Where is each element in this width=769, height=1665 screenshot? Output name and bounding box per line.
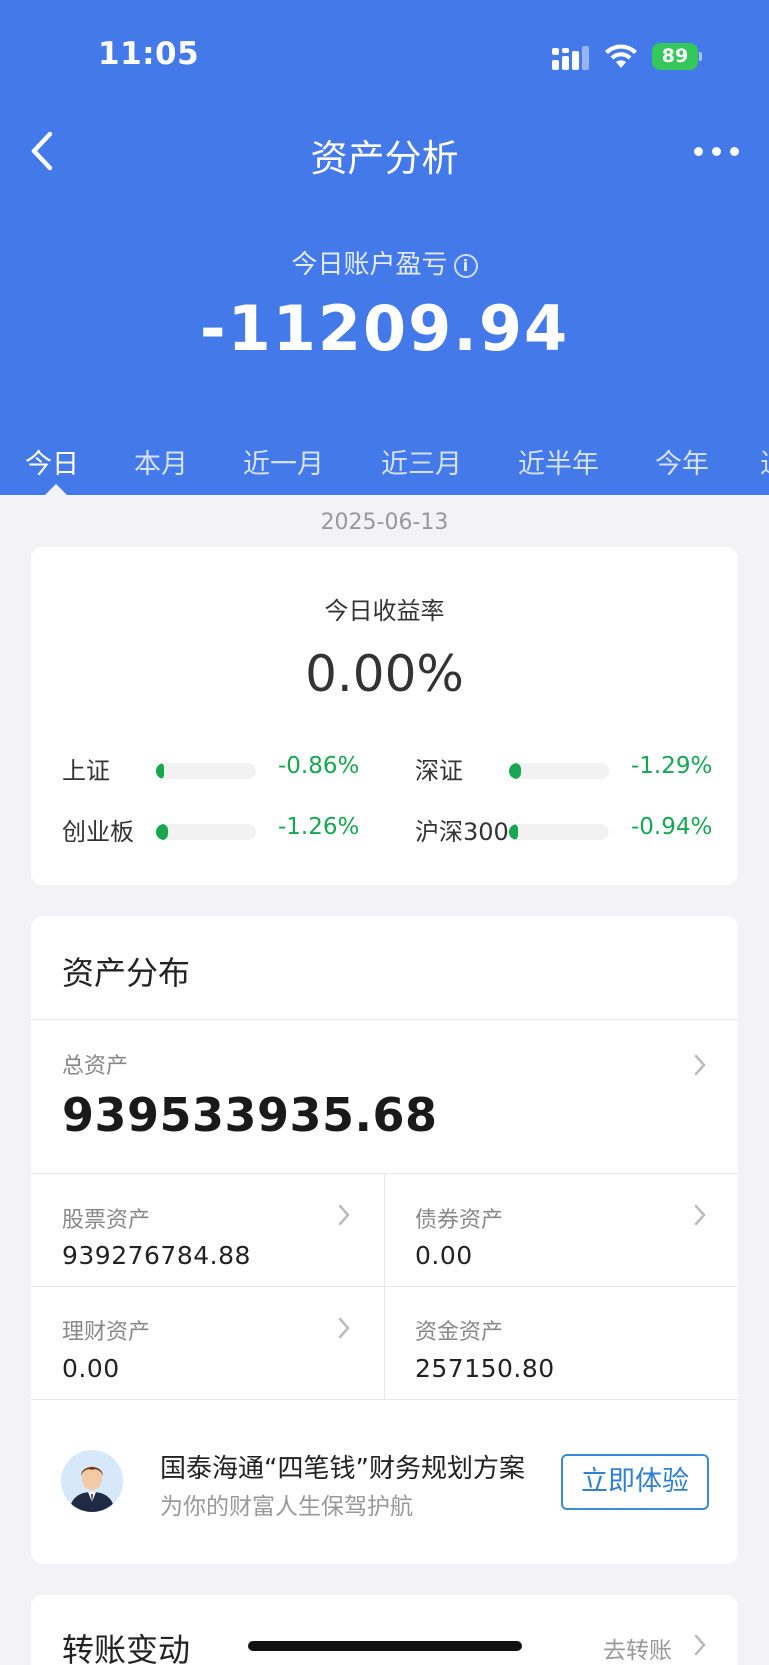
- chevron-right-icon: [694, 1054, 706, 1076]
- total-assets-value: 939533935.68: [62, 1088, 438, 1142]
- index-chinext: 创业板 -1.26%: [62, 812, 362, 852]
- wifi-icon: [605, 44, 637, 68]
- page-title: 资产分析: [310, 137, 459, 180]
- index-name: 创业板: [62, 818, 134, 846]
- index-value: -0.86%: [278, 753, 360, 779]
- chevron-right-icon: [338, 1204, 350, 1226]
- battery-level: 89: [652, 43, 698, 70]
- tab-last-3-months[interactable]: 近三月: [381, 442, 462, 481]
- daily-pl-value: -11209.94: [199, 292, 570, 365]
- return-rate-card: 今日收益率 0.00% 上证 -0.86% 深证 -1.29% 创业板 -1.2…: [31, 547, 738, 885]
- tab-today[interactable]: 今日: [25, 442, 79, 481]
- index-bar: [509, 824, 609, 840]
- go-transfer-label: 去转账: [603, 1638, 672, 1664]
- bond-assets-label: 债券资产: [415, 1208, 504, 1233]
- return-rate-label: 今日收益率: [324, 597, 445, 625]
- status-bar: 11:05 89: [0, 0, 769, 100]
- index-bar-fill: [156, 763, 164, 779]
- index-bar-fill: [509, 824, 518, 840]
- stock-assets-value: 939276784.88: [62, 1241, 251, 1270]
- info-icon[interactable]: i: [453, 254, 478, 278]
- index-csi300: 沪深300 -0.94%: [415, 812, 715, 852]
- index-bar: [156, 763, 256, 779]
- cash-assets-value: 257150.80: [415, 1354, 555, 1383]
- daily-pl-label-text: 今日账户盈亏: [291, 250, 448, 280]
- try-now-button[interactable]: 立即体验: [561, 1454, 709, 1510]
- wealth-assets-label: 理财资产: [62, 1320, 151, 1345]
- index-shenzhen: 深证 -1.29%: [415, 751, 715, 791]
- transfer-card: 转账变动 去转账: [31, 1595, 738, 1665]
- date-label: 2025-06-13: [320, 510, 449, 535]
- asset-distribution-card: 资产分布 总资产 939533935.68 股票资产 939276784.88 …: [31, 916, 738, 1564]
- home-indicator[interactable]: [248, 1641, 522, 1651]
- wealth-assets-value: 0.00: [62, 1354, 120, 1383]
- index-name: 上证: [62, 757, 110, 785]
- tab-last-month[interactable]: 近一月: [243, 442, 324, 481]
- advisor-avatar: [61, 1450, 123, 1512]
- index-bar-fill: [156, 824, 168, 840]
- signal-icon: [552, 46, 589, 70]
- transfer-title: 转账变动: [62, 1631, 191, 1665]
- nav-bar: 资产分析: [0, 110, 769, 190]
- period-tabs: 今日 本月 近一月 近三月 近半年 今年 近: [0, 436, 769, 495]
- more-options-icon[interactable]: [694, 144, 742, 158]
- daily-pl-label: 今日账户盈亏 i: [0, 244, 769, 281]
- index-name: 沪深300: [415, 818, 509, 846]
- bond-assets-value: 0.00: [415, 1241, 473, 1270]
- tab-more-partial[interactable]: 近: [760, 442, 769, 481]
- battery-icon: 89: [652, 43, 702, 70]
- chevron-right-icon: [694, 1204, 706, 1226]
- tab-this-month[interactable]: 本月: [134, 442, 188, 481]
- stock-assets-label: 股票资产: [62, 1208, 151, 1233]
- index-value: -0.94%: [631, 814, 713, 840]
- tab-this-year[interactable]: 今年: [655, 442, 709, 481]
- active-tab-indicator: [45, 484, 67, 495]
- promo-subtitle: 为你的财富人生保驾护航: [160, 1494, 413, 1520]
- tab-last-6-months[interactable]: 近半年: [518, 442, 599, 481]
- index-name: 深证: [415, 757, 463, 785]
- index-bar: [156, 824, 256, 840]
- status-time: 11:05: [98, 36, 200, 72]
- total-assets-label: 总资产: [62, 1054, 129, 1079]
- chevron-right-icon: [694, 1634, 706, 1656]
- cash-assets-label: 资金资产: [415, 1320, 504, 1345]
- section-title: 资产分布: [62, 954, 191, 992]
- chevron-right-icon: [338, 1317, 350, 1339]
- index-value: -1.29%: [631, 753, 713, 779]
- header: 11:05 89 资产分析 今日账户盈亏 i -11209.94 今日 本月 近…: [0, 0, 769, 495]
- promo-title: 国泰海通“四笔钱”财务规划方案: [160, 1454, 525, 1484]
- return-rate-value: 0.00%: [305, 645, 464, 703]
- index-shanghai: 上证 -0.86%: [62, 751, 362, 791]
- index-bar-fill: [509, 763, 521, 779]
- index-bar: [509, 763, 609, 779]
- index-value: -1.26%: [278, 814, 360, 840]
